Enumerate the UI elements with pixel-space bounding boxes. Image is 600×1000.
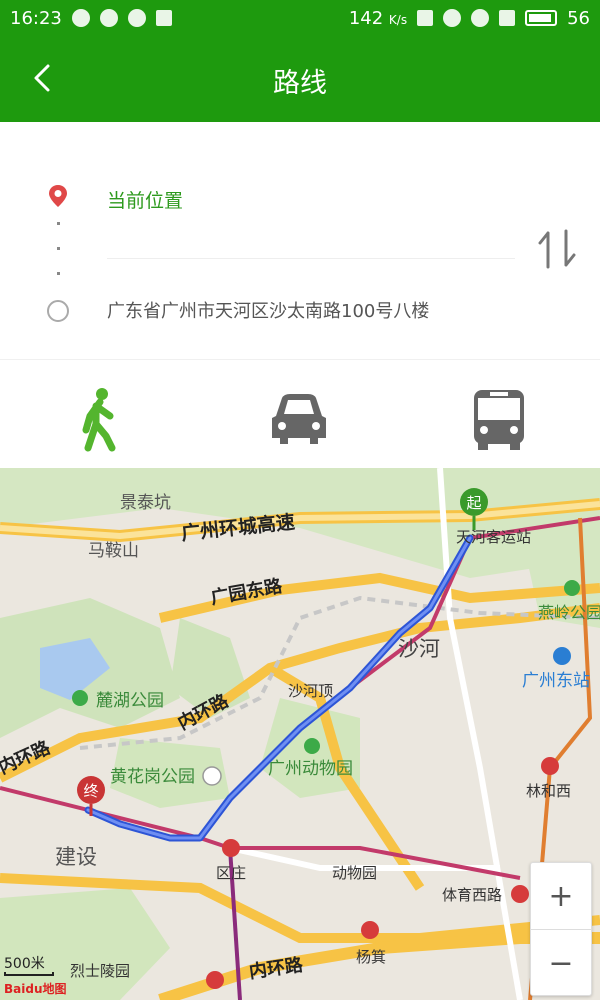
- svg-text:燕岭公园: 燕岭公园: [538, 603, 600, 622]
- svg-text:动物园: 动物园: [332, 864, 377, 882]
- status-left: 16:23: [10, 8, 172, 29]
- battery-icon: [525, 10, 558, 26]
- svg-text:内环路: 内环路: [248, 954, 306, 983]
- svg-text:景泰坑: 景泰坑: [120, 493, 171, 513]
- svg-text:马鞍山: 马鞍山: [88, 541, 139, 561]
- destination-circle-icon: [47, 300, 69, 322]
- briefcase-icon: [155, 10, 172, 26]
- network-speed: 142 K/s: [348, 7, 408, 29]
- svg-text:沙河: 沙河: [398, 637, 440, 661]
- location-pin-icon: [49, 185, 67, 207]
- svg-text:建设: 建设: [55, 845, 97, 869]
- zoom-control: + −: [530, 862, 592, 996]
- svg-text:体育西路: 体育西路: [442, 886, 502, 904]
- swap-icon[interactable]: [534, 227, 580, 271]
- svg-text:林和西: 林和西: [526, 782, 571, 800]
- restaurant-icon: [127, 9, 146, 27]
- wifi-icon: [471, 9, 490, 27]
- map-view[interactable]: 起 终 景泰坑 广州环城高速 马鞍山 广园东路 沙河 麓湖公园 沙河顶 内环路 …: [0, 468, 600, 1000]
- map-logo: Baidu地图: [4, 982, 67, 996]
- svg-text:沙河顶: 沙河顶: [288, 682, 333, 700]
- status-time: 16:23: [10, 7, 62, 29]
- map-scale: 500米: [4, 956, 45, 972]
- title-bar: 路线: [0, 36, 600, 122]
- destination-field[interactable]: 广东省广州市天河区沙太南路100号八楼: [107, 297, 429, 323]
- svg-text:杨箕: 杨箕: [356, 948, 386, 966]
- bus-icon[interactable]: [464, 386, 534, 452]
- transport-modes: [0, 360, 600, 468]
- infinity-icon: [71, 9, 90, 27]
- car-icon[interactable]: [264, 386, 334, 452]
- route-dots: [55, 222, 61, 282]
- zoom-out-button[interactable]: −: [531, 930, 591, 996]
- svg-text:内环路: 内环路: [0, 736, 54, 778]
- svg-text:区庄: 区庄: [216, 864, 246, 882]
- svg-text:起: 起: [466, 494, 481, 512]
- svg-text:黄花岗公园: 黄花岗公园: [110, 767, 195, 787]
- svg-text:广园东路: 广园东路: [209, 575, 285, 609]
- page-title: 路线: [273, 68, 327, 99]
- svg-text:广州东站: 广州东站: [522, 671, 590, 691]
- svg-text:麓湖公园: 麓湖公园: [96, 691, 164, 711]
- svg-text:天河客运站: 天河客运站: [456, 528, 531, 546]
- map-canvas: 起 终 景泰坑 广州环城高速 马鞍山 广园东路 沙河 麓湖公园 沙河顶 内环路 …: [0, 468, 600, 1000]
- svg-text:终: 终: [83, 782, 98, 800]
- walk-icon[interactable]: [66, 386, 136, 452]
- battery-level: 56: [567, 7, 590, 29]
- vibrate-icon: [417, 10, 434, 26]
- field-divider: [107, 258, 515, 259]
- status-bar: 16:23 142 K/s 56: [0, 0, 600, 36]
- signal-icon: [499, 10, 516, 26]
- map-scale-bar: [4, 972, 54, 976]
- zoom-in-button[interactable]: +: [531, 863, 591, 929]
- route-panel: 当前位置 广东省广州市天河区沙太南路100号八楼: [0, 122, 600, 360]
- message-icon: [99, 9, 118, 27]
- svg-text:烈士陵园: 烈士陵园: [70, 962, 130, 980]
- svg-text:广州动物园: 广州动物园: [268, 759, 353, 779]
- status-right: 142 K/s 56: [349, 8, 590, 29]
- origin-field[interactable]: 当前位置: [107, 186, 183, 213]
- alarm-icon: [443, 9, 462, 27]
